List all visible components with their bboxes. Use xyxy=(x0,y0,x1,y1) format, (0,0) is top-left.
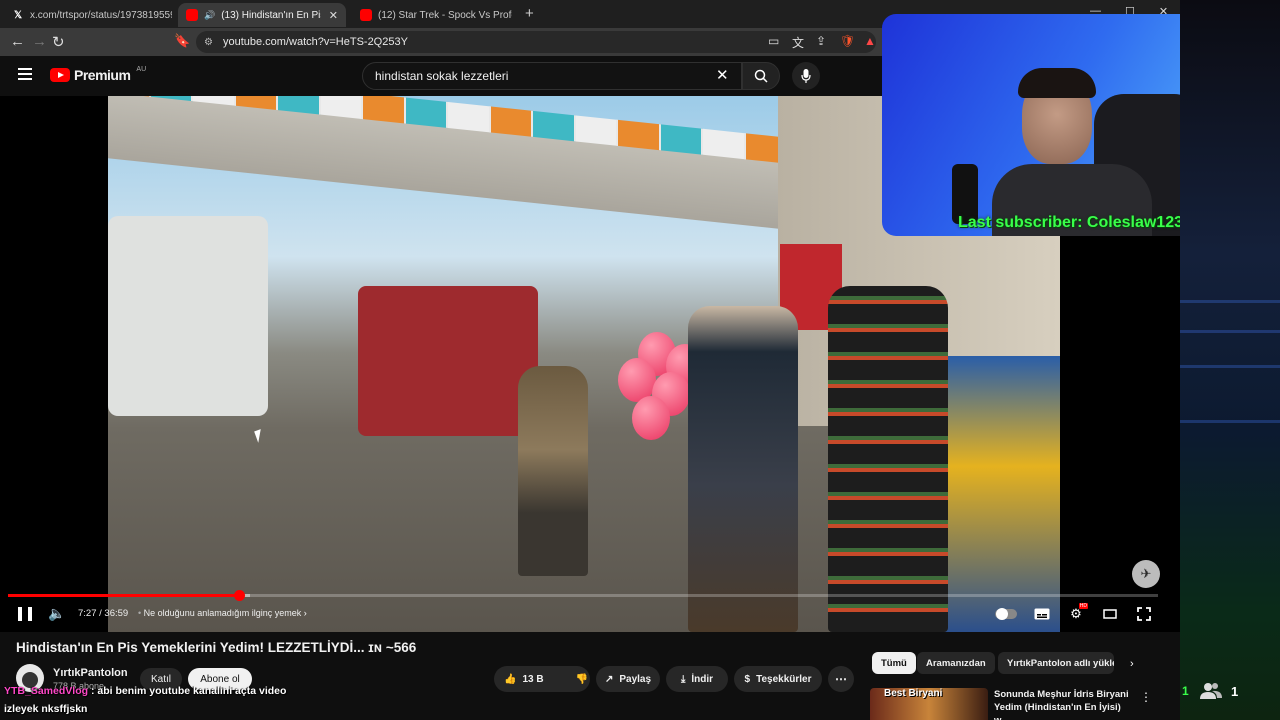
tab-label: x.com/trtspor/status/197381955984 xyxy=(30,9,172,21)
pause-icon[interactable] xyxy=(18,607,32,621)
thumbs-down-icon: 👎 xyxy=(575,673,589,685)
share-label: Paylaş xyxy=(619,673,652,685)
search-input[interactable]: hindistan sokak lezzetleri xyxy=(362,62,742,90)
share-icon[interactable]: ⇪ xyxy=(816,34,826,48)
thumbnail-text: Best Biryani xyxy=(884,688,943,699)
scene-boy xyxy=(518,366,588,576)
thanks-button[interactable]: $ Teşekkürler xyxy=(734,666,822,692)
clear-search-icon[interactable]: ✕ xyxy=(716,66,729,84)
share-arrow-icon: ↗ xyxy=(604,673,614,685)
recommended-thumbnail[interactable]: Best Biryani xyxy=(870,688,988,720)
speaker-icon: 🔊 xyxy=(204,9,216,20)
chip-all[interactable]: Tümü xyxy=(872,652,916,674)
chat-message-line2: izleyek nksffjskn xyxy=(4,703,88,715)
youtube-play-icon xyxy=(50,68,70,82)
x-logo-icon: 𝕏 xyxy=(13,9,23,21)
chip-channel-uploads[interactable]: YırtıkPantolon adlı yükle xyxy=(998,652,1114,674)
logo-text: Premium xyxy=(74,67,131,83)
new-tab-button[interactable]: + xyxy=(525,5,534,22)
like-count: 13 B xyxy=(522,673,544,685)
subtitles-icon[interactable] xyxy=(1032,604,1052,624)
url-text: youtube.com/watch?v=HeTS-2Q253Y xyxy=(222,36,408,48)
thumbs-up-icon: 👍 xyxy=(504,673,517,685)
chapter-label: Ne olduğunu anlamadığım ilginç yemek xyxy=(143,608,302,618)
download-label: İndir xyxy=(691,673,714,685)
hd-badge: HD xyxy=(1078,603,1088,609)
cast-icon[interactable]: ▭ xyxy=(768,34,779,48)
viewers-icon xyxy=(1200,683,1222,699)
brave-shield-icon[interactable]: 🛡 xyxy=(840,34,855,48)
tab-label: (12) Star Trek - Spock Vs Professor C xyxy=(378,9,512,21)
kebab-menu-icon[interactable]: ⋮ xyxy=(1140,690,1152,704)
dislike-button[interactable]: 👎 xyxy=(566,666,598,692)
tab-x-status[interactable]: 𝕏 x.com/trtspor/status/197381955984 xyxy=(4,3,172,27)
close-tab-icon[interactable]: ✕ xyxy=(329,9,338,22)
microphone-icon xyxy=(801,69,811,83)
scene-man-jacket xyxy=(688,306,798,632)
youtube-icon xyxy=(360,9,372,21)
scene-man-striped xyxy=(828,286,948,632)
back-arrow-icon[interactable]: ← xyxy=(10,33,25,50)
region-label: AU xyxy=(136,65,147,73)
progress-played xyxy=(8,594,240,597)
thanks-label: Teşekkürler xyxy=(756,673,812,685)
search-icon xyxy=(754,69,768,83)
viewer-count-left: 1 xyxy=(1182,684,1189,698)
chat-message: YTB_SamedVlog : abi benim youtube kanali… xyxy=(4,685,286,697)
youtube-icon xyxy=(186,9,198,21)
scene-rickshaw xyxy=(108,216,268,416)
viewer-count-right: 1 xyxy=(1231,684,1239,699)
channel-name[interactable]: YırtıkPantolon xyxy=(53,667,128,679)
chat-username: YTB_SamedVlog xyxy=(4,685,89,697)
time-display: 7:27 / 36:59 xyxy=(78,608,129,619)
share-button[interactable]: ↗ Paylaş xyxy=(596,666,660,692)
download-icon: ⤓ xyxy=(680,673,686,685)
search-button[interactable] xyxy=(742,62,780,90)
tab-youtube-star-trek[interactable]: (12) Star Trek - Spock Vs Professor C xyxy=(352,3,520,27)
progress-bar[interactable] xyxy=(8,590,1158,601)
forward-arrow-icon[interactable]: → xyxy=(32,33,47,50)
chapter-title[interactable]: • Ne olduğunu anlamadığım ilginç yemek › xyxy=(138,608,307,618)
tab-label: (13) Hindistan'ın En Pis Yeme xyxy=(221,9,321,21)
fullscreen-icon[interactable] xyxy=(1134,604,1154,624)
chevron-right-icon[interactable]: › xyxy=(1130,658,1134,670)
rewards-icon[interactable]: ▲ xyxy=(864,34,876,48)
menu-icon[interactable] xyxy=(18,68,32,80)
thanks-icon: $ xyxy=(744,673,751,685)
video-title: Hindistan'ın En Pis Yemeklerini Yedim! L… xyxy=(16,640,417,655)
chat-text: : abi benim youtube kanalini açta video xyxy=(90,685,287,697)
stream-background xyxy=(1180,0,1280,720)
like-button[interactable]: 👍 13 B xyxy=(494,666,554,692)
download-button[interactable]: ⤓ İndir xyxy=(666,666,728,692)
site-info-icon[interactable]: ⚙ xyxy=(204,37,213,48)
youtube-premium-logo[interactable]: Premium AU xyxy=(50,65,147,83)
reload-icon[interactable]: ↻ xyxy=(52,33,65,51)
recommended-title[interactable]: Sonunda Meşhur İdris Biryani Yedim (Hind… xyxy=(994,688,1134,720)
channel-watermark-icon[interactable]: ✈ xyxy=(1132,560,1160,588)
tab-youtube-active[interactable]: 🔊 (13) Hindistan'ın En Pis Yeme ✕ xyxy=(178,3,346,27)
player-controls: 🔈 7:27 / 36:59 • Ne olduğunu anlamadığım… xyxy=(0,600,1180,630)
chip-from-search[interactable]: Aramanızdan xyxy=(917,652,995,674)
volume-icon[interactable]: 🔈 xyxy=(48,605,65,622)
theater-mode-icon[interactable] xyxy=(1100,604,1120,624)
voice-search-button[interactable] xyxy=(792,62,820,90)
translate-icon[interactable]: 文 xyxy=(792,34,804,51)
last-subscriber-label: Last subscriber: Coleslaw123 xyxy=(958,214,1183,231)
settings-gear-icon[interactable]: ⚙ HD xyxy=(1066,603,1088,624)
search-query: hindistan sokak lezzetleri xyxy=(375,69,509,83)
streamer-hair xyxy=(1018,68,1096,98)
bookmark-icon[interactable]: 🔖 xyxy=(174,33,190,49)
like-dislike-group: 👍 13 B 👎 xyxy=(494,666,590,692)
more-actions-icon[interactable]: ⋯ xyxy=(828,666,854,692)
scene-red-rickshaw xyxy=(358,286,538,436)
autoplay-toggle[interactable] xyxy=(995,608,1017,620)
